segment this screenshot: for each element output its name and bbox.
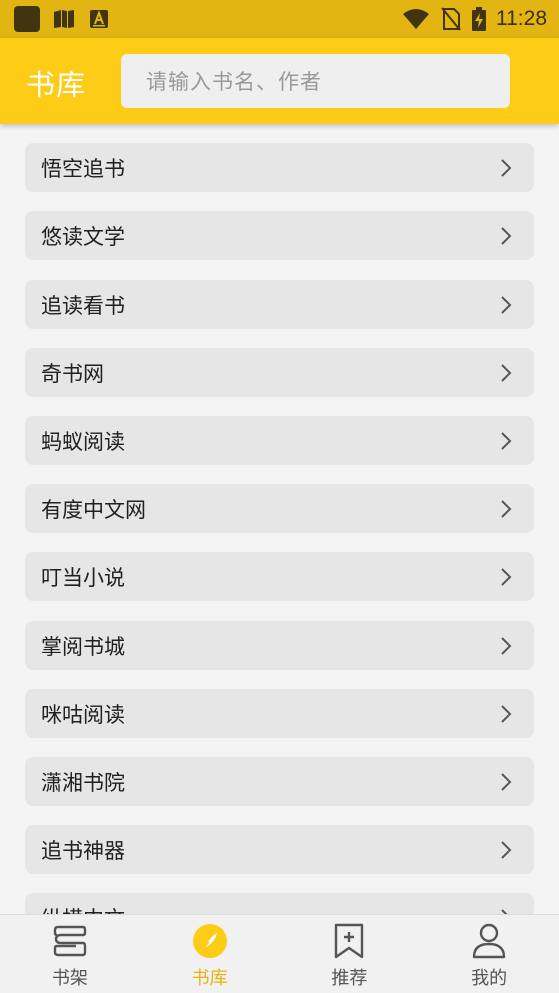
bottom-navigation: 书架 书库 推荐 我的 [0,914,559,993]
chevron-right-icon [501,226,512,245]
clock: 11:28 [496,7,547,30]
nav-profile[interactable]: 我的 [419,915,559,993]
nav-label: 推荐 [331,968,368,989]
chevron-right-icon [501,295,512,314]
chevron-right-icon [501,431,512,450]
battery-charging-icon [472,7,486,31]
list-item-youdu-zhongwen[interactable]: 有度中文网 [25,484,534,533]
nav-label: 我的 [471,968,508,989]
compass-icon [192,923,228,959]
app-square-icon [14,6,40,32]
list-item-label: 蚂蚁阅读 [41,429,125,454]
list-item-label: 掌阅书城 [41,634,125,659]
list-item-xiaoxiang[interactable]: 潇湘书院 [25,757,534,806]
list-item-zongheng[interactable]: 纵横中文 [25,893,534,914]
nav-label: 书架 [51,968,88,989]
list-item-label: 追读看书 [41,293,125,318]
list-item-youdu[interactable]: 悠读文学 [25,211,534,260]
list-item-wukong[interactable]: 悟空追书 [25,143,534,192]
list-item-zhuidu[interactable]: 追读看书 [25,280,534,329]
bookmark-plus-icon [331,923,367,959]
person-icon [471,923,507,959]
wifi-icon [402,8,430,30]
chevron-right-icon [501,567,512,586]
nav-recommend[interactable]: 推荐 [280,915,420,993]
list-item-mayi[interactable]: 蚂蚁阅读 [25,416,534,465]
list-item-label: 潇湘书院 [41,770,125,795]
bookshelf-icon [52,923,88,959]
list-item-label: 追书神器 [41,838,125,863]
app-bar: 书库 请输入书名、作者 [0,38,559,124]
nav-bookshelf[interactable]: 书架 [0,915,140,993]
chevron-right-icon [501,772,512,791]
list-item-label: 有度中文网 [41,497,146,522]
list-item-migu[interactable]: 咪咕阅读 [25,689,534,738]
chevron-right-icon [501,499,512,518]
book-source-list: 悟空追书 悠读文学 追读看书 奇书网 蚂蚁阅读 有度中文网 叮当小说 掌阅书城 … [0,124,559,914]
no-sim-icon [440,7,462,31]
list-item-label: 悟空追书 [41,156,125,181]
list-item-label: 咪咕阅读 [41,702,125,727]
book-notification-icon [53,8,75,30]
status-bar: 11:28 [0,0,559,38]
list-item-label: 奇书网 [41,361,104,386]
search-input[interactable]: 请输入书名、作者 [121,54,510,108]
chevron-right-icon [501,704,512,723]
list-item-label: 悠读文学 [41,224,125,249]
chevron-right-icon [501,636,512,655]
list-item-label: 纵横中文 [41,903,125,915]
list-item-zhangyue[interactable]: 掌阅书城 [25,621,534,670]
nav-label: 书库 [191,968,228,989]
page-title: 书库 [26,68,87,102]
list-item-zhuishu-shenqi[interactable]: 追书神器 [25,825,534,874]
chevron-right-icon [501,363,512,382]
nav-library[interactable]: 书库 [140,915,280,993]
list-item-qishu[interactable]: 奇书网 [25,348,534,397]
a-notification-icon [88,8,110,30]
search-placeholder: 请输入书名、作者 [146,70,322,94]
list-item-label: 叮当小说 [41,565,125,590]
list-item-dingdang[interactable]: 叮当小说 [25,552,534,601]
chevron-right-icon [501,158,512,177]
chevron-right-icon [501,840,512,859]
